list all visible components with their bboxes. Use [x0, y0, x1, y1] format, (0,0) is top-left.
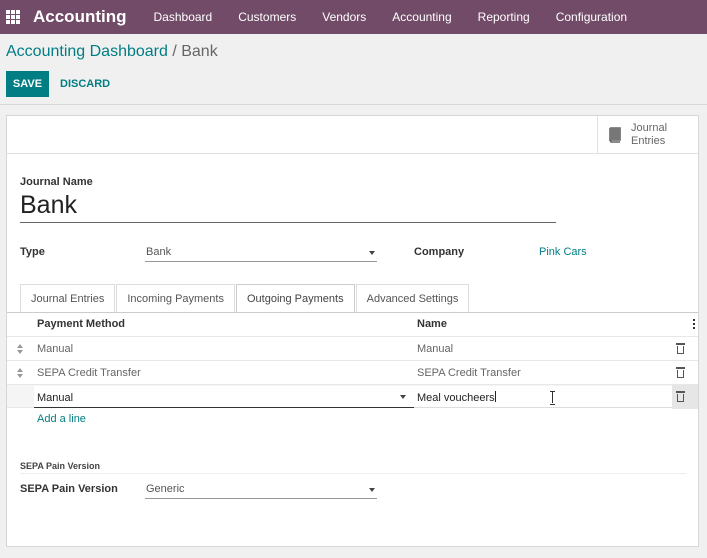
journal-name-input[interactable]: Bank — [20, 190, 556, 223]
trash-icon[interactable] — [676, 391, 685, 402]
caret-down-icon — [400, 395, 406, 399]
payment-method-select[interactable]: Manual — [34, 386, 414, 408]
sepa-section-title: SEPA Pain Version — [20, 461, 101, 471]
drag-handle-icon[interactable] — [17, 344, 25, 354]
optional-columns-icon[interactable] — [693, 319, 696, 329]
app-name[interactable]: Accounting — [33, 7, 127, 27]
sepa-section-divider — [20, 473, 686, 474]
breadcrumb-parent[interactable]: Accounting Dashboard — [6, 43, 168, 60]
i-beam-cursor-icon — [550, 391, 556, 405]
table-row[interactable]: SEPA Credit Transfer SEPA Credit Transfe… — [7, 360, 698, 384]
delete-cell[interactable] — [672, 385, 698, 409]
journal-entries-stat-button[interactable]: Journal Entries — [597, 116, 698, 154]
journal-name-label: Journal Name — [20, 176, 93, 188]
company-link[interactable]: Pink Cars — [539, 246, 587, 258]
row-name: Manual — [417, 343, 454, 355]
payment-method-select-value: Manual — [37, 392, 74, 404]
form-sheet: Journal Entries Journal Name Bank Type B… — [6, 115, 699, 547]
sepa-pain-version-value: Generic — [146, 483, 185, 495]
caret-down-icon — [369, 488, 375, 492]
nav-accounting[interactable]: Accounting — [392, 10, 451, 24]
name-input-value: Meal voucheers — [417, 392, 495, 404]
breadcrumb-separator: / — [167, 43, 182, 60]
caret-down-icon — [369, 251, 375, 255]
tab-advanced-settings[interactable]: Advanced Settings — [355, 284, 470, 312]
trash-icon[interactable] — [676, 367, 685, 378]
row-payment-method: Manual — [37, 343, 74, 355]
drag-handle-icon[interactable] — [17, 368, 25, 378]
tab-outgoing-payments[interactable]: Outgoing Payments — [235, 284, 355, 313]
book-icon — [609, 127, 621, 143]
nav-customers[interactable]: Customers — [238, 10, 296, 24]
tabs-underline — [7, 312, 698, 313]
breadcrumb-current: Bank — [181, 43, 218, 60]
name-input[interactable]: Meal voucheers — [414, 386, 672, 408]
table-row-editing[interactable]: Manual Meal voucheers — [7, 384, 698, 409]
top-navbar: Accounting Dashboard Customers Vendors A… — [0, 0, 707, 34]
journal-entries-stat-label: Journal Entries — [631, 122, 668, 147]
add-line-link[interactable]: Add a line — [37, 413, 86, 425]
sepa-pain-version-label: SEPA Pain Version — [20, 483, 118, 495]
nav-dashboard[interactable]: Dashboard — [154, 10, 213, 24]
nav-vendors[interactable]: Vendors — [322, 10, 366, 24]
trash-icon[interactable] — [676, 343, 685, 354]
row-payment-method: SEPA Credit Transfer — [37, 367, 141, 379]
tab-incoming-payments[interactable]: Incoming Payments — [116, 284, 235, 312]
breadcrumb: Accounting Dashboard / Bank — [6, 43, 218, 61]
row-name: SEPA Credit Transfer — [417, 367, 521, 379]
sepa-pain-version-select[interactable]: Generic — [145, 479, 377, 499]
type-select[interactable]: Bank — [145, 242, 377, 262]
column-header-name[interactable]: Name — [417, 318, 447, 330]
nav-reporting[interactable]: Reporting — [478, 10, 530, 24]
company-label: Company — [414, 246, 465, 258]
button-box: Journal Entries — [7, 116, 698, 154]
nav-configuration[interactable]: Configuration — [556, 10, 627, 24]
column-header-payment-method[interactable]: Payment Method — [37, 318, 125, 330]
tab-journal-entries[interactable]: Journal Entries — [20, 284, 116, 312]
text-caret — [494, 391, 496, 402]
discard-button[interactable]: DISCARD — [60, 71, 110, 97]
table-row[interactable]: Manual Manual — [7, 336, 698, 360]
type-label: Type — [20, 246, 45, 258]
apps-menu-icon[interactable] — [6, 10, 20, 24]
save-button[interactable]: SAVE — [6, 71, 49, 97]
control-panel-divider — [0, 104, 707, 105]
notebook-tabs: Journal Entries Incoming Payments Outgoi… — [20, 284, 470, 313]
type-select-value: Bank — [146, 246, 172, 258]
